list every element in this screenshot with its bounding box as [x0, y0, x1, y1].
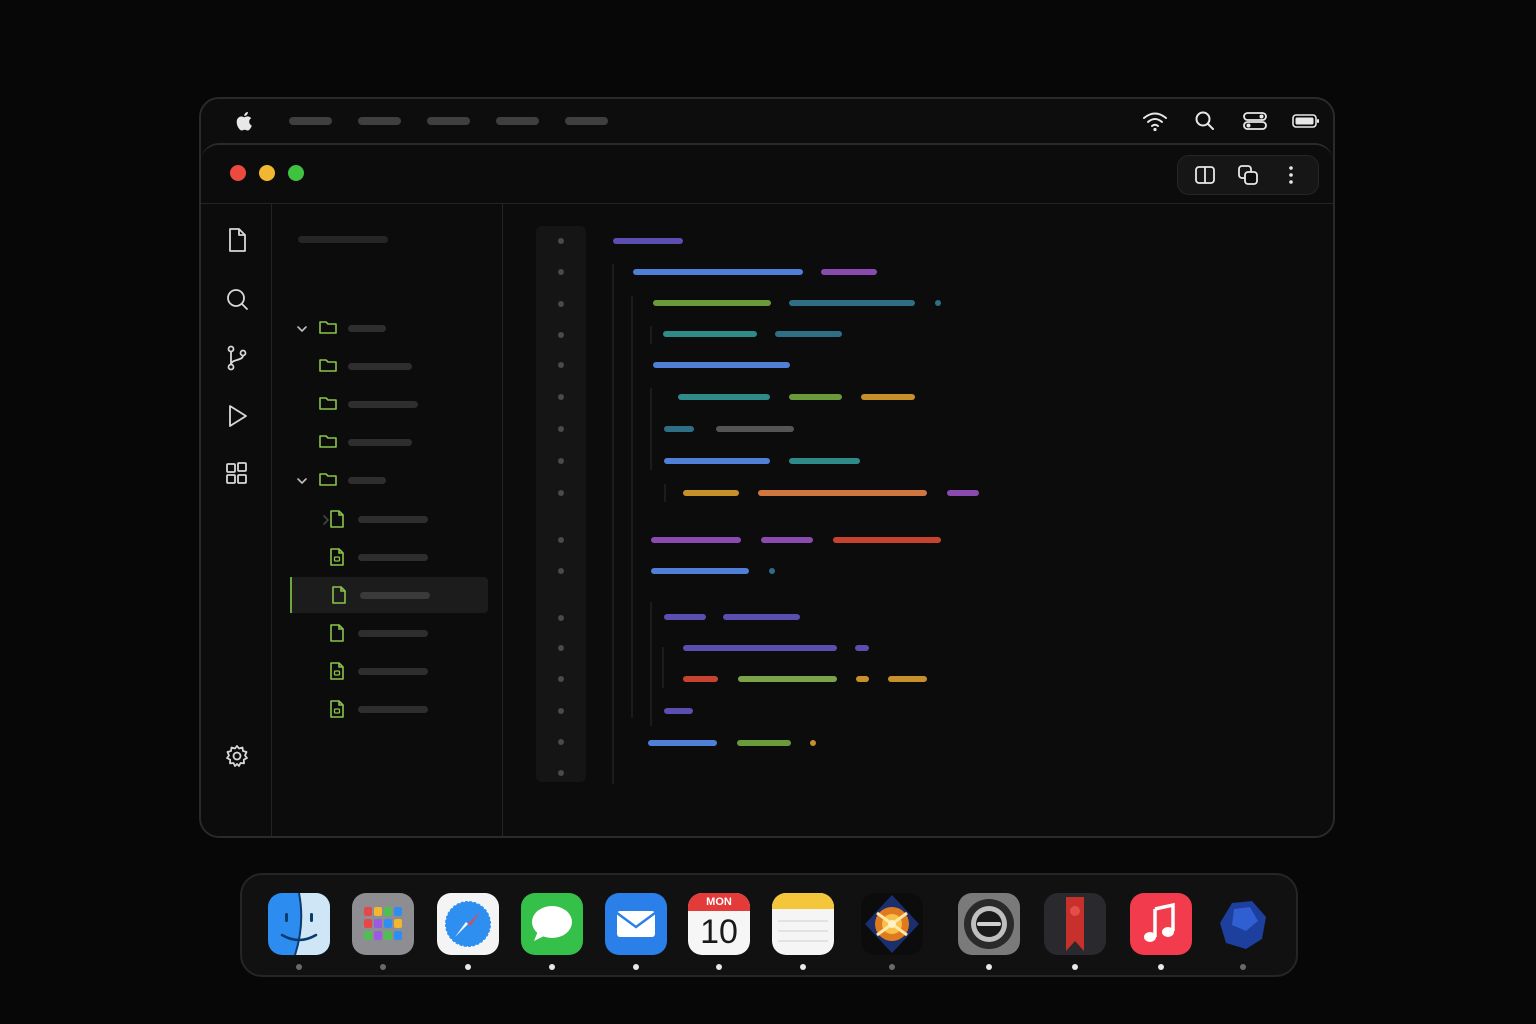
folder-icon	[318, 432, 338, 455]
search-icon[interactable]	[223, 285, 251, 313]
code-editor[interactable]	[503, 204, 1333, 836]
close-button[interactable]	[230, 165, 246, 181]
dock-safari-icon[interactable]	[437, 893, 499, 955]
file-icon	[328, 509, 346, 534]
tree-file-row[interactable]	[272, 501, 502, 537]
file-icon[interactable]	[223, 226, 251, 254]
window-toolbar	[1177, 155, 1319, 195]
mac-frame	[199, 97, 1335, 838]
run-icon[interactable]	[223, 402, 251, 430]
menu-bar	[201, 99, 1333, 143]
activity-bar	[201, 204, 272, 836]
folder-icon	[318, 394, 338, 417]
dock-calendar-icon[interactable]: MON 10	[688, 893, 750, 955]
running-indicator	[465, 964, 471, 970]
tree-item-label	[360, 592, 430, 599]
dock-camera-app-icon[interactable]	[958, 893, 1020, 955]
dock-finder-icon[interactable]	[268, 893, 330, 955]
code-file-icon	[328, 547, 346, 572]
folder-icon	[318, 470, 338, 493]
menu-item-2[interactable]	[358, 117, 401, 125]
calendar-day: MON	[688, 893, 750, 911]
running-indicator	[633, 964, 639, 970]
tree-item-label	[348, 477, 386, 484]
editor-window	[201, 143, 1333, 836]
dock: MON 10	[240, 873, 1298, 977]
dock-fractal-app-icon[interactable]	[861, 893, 923, 955]
title-bar	[201, 145, 1333, 204]
folder-icon	[318, 356, 338, 379]
chevron-down-icon[interactable]	[296, 322, 308, 340]
tree-file-row[interactable]	[272, 653, 502, 689]
wifi-icon[interactable]	[1141, 109, 1169, 133]
running-indicator	[800, 964, 806, 970]
menu-item-3[interactable]	[427, 117, 470, 125]
tree-folder-row[interactable]	[272, 386, 502, 422]
apple-logo-icon[interactable]	[234, 110, 256, 132]
code-file-icon	[328, 661, 346, 686]
running-indicator	[716, 964, 722, 970]
dock-launchpad-icon[interactable]	[352, 893, 414, 955]
running-indicator	[1240, 964, 1246, 970]
tree-folder-row[interactable]	[272, 348, 502, 384]
running-indicator	[1158, 964, 1164, 970]
duplicate-window-icon[interactable]	[1234, 161, 1262, 189]
dock-bookmark-app-icon[interactable]	[1044, 893, 1106, 955]
tree-item-label	[358, 516, 428, 523]
running-indicator	[986, 964, 992, 970]
menu-item-1[interactable]	[289, 117, 332, 125]
control-center-icon[interactable]	[1241, 109, 1269, 133]
running-indicator	[1072, 964, 1078, 970]
explorer-sidebar	[272, 204, 503, 836]
tree-file-row[interactable]	[272, 539, 502, 575]
search-icon[interactable]	[1191, 109, 1219, 133]
menu-item-5[interactable]	[565, 117, 608, 125]
tree-file-row[interactable]	[272, 691, 502, 727]
code-file-icon	[328, 699, 346, 724]
menu-item-4[interactable]	[496, 117, 539, 125]
menu-items	[289, 117, 608, 125]
dock-messages-icon[interactable]	[521, 893, 583, 955]
extensions-icon[interactable]	[223, 459, 251, 487]
source-control-icon[interactable]	[223, 344, 251, 372]
tree-item-label	[358, 706, 428, 713]
tree-item-label	[348, 401, 418, 408]
file-icon	[328, 623, 346, 648]
tree-item-label	[358, 630, 428, 637]
tree-file-row[interactable]	[272, 615, 502, 651]
tree-item-label	[348, 439, 412, 446]
more-icon[interactable]	[1277, 161, 1305, 189]
status-icons	[1141, 109, 1319, 133]
dock-music-icon[interactable]	[1130, 893, 1192, 955]
tree-folder-row[interactable]	[272, 310, 502, 346]
file-icon	[330, 585, 348, 610]
running-indicator	[380, 964, 386, 970]
tree-folder-row[interactable]	[272, 424, 502, 460]
running-indicator	[296, 964, 302, 970]
tree-item-label	[358, 668, 428, 675]
folder-icon	[318, 318, 338, 341]
explorer-title	[298, 236, 388, 243]
split-view-icon[interactable]	[1191, 161, 1219, 189]
dock-blue-orb-app-icon[interactable]	[1212, 893, 1274, 955]
running-indicator	[549, 964, 555, 970]
chevron-down-icon[interactable]	[296, 474, 308, 492]
minimize-button[interactable]	[259, 165, 275, 181]
zoom-button[interactable]	[288, 165, 304, 181]
dock-notes-icon[interactable]	[772, 893, 834, 955]
tree-item-label	[348, 325, 386, 332]
gear-icon[interactable]	[223, 742, 251, 770]
calendar-date: 10	[700, 913, 738, 951]
dock-mail-icon[interactable]	[605, 893, 667, 955]
tree-item-label	[358, 554, 428, 561]
running-indicator	[889, 964, 895, 970]
code-area[interactable]	[503, 204, 1335, 824]
tree-file-row[interactable]	[290, 577, 488, 613]
tree-folder-row[interactable]	[272, 462, 502, 498]
battery-icon[interactable]	[1291, 109, 1319, 133]
tree-item-label	[348, 363, 412, 370]
